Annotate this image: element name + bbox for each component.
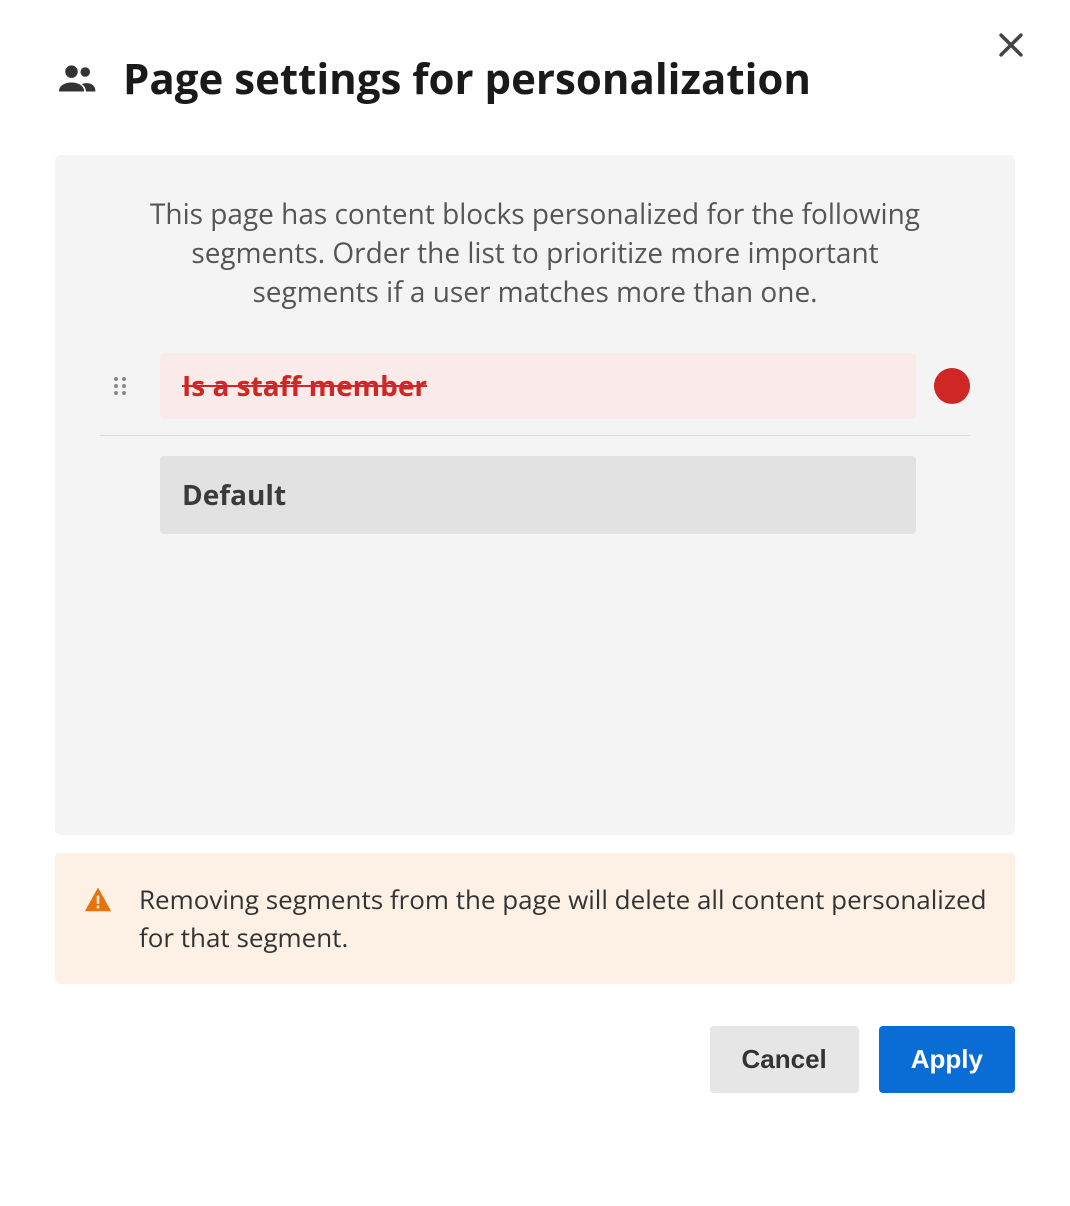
segment-row: Is a staff member [100, 353, 970, 436]
segments-panel: This page has content blocks personalize… [55, 155, 1015, 835]
remove-segment-button[interactable] [934, 368, 970, 404]
dialog-title: Page settings for personalization [123, 50, 811, 107]
dialog-header: Page settings for personalization [55, 50, 1015, 107]
drag-icon [108, 374, 132, 398]
dialog-footer: Cancel Apply [55, 1026, 1015, 1093]
people-icon [55, 57, 99, 101]
default-row: Default [100, 436, 970, 534]
warning-alert: Removing segments from the page will del… [55, 853, 1015, 984]
segment-label-removed: Is a staff member [160, 353, 916, 419]
warning-text: Removing segments from the page will del… [139, 881, 987, 956]
warning-icon [83, 885, 113, 915]
close-button[interactable] [994, 28, 1028, 62]
personalization-settings-dialog: Page settings for personalization This p… [0, 0, 1070, 1206]
close-icon [994, 28, 1028, 62]
default-segment-label: Default [160, 456, 916, 534]
apply-button[interactable]: Apply [879, 1026, 1015, 1093]
cancel-button[interactable]: Cancel [710, 1026, 859, 1093]
panel-intro-text: This page has content blocks personalize… [135, 195, 935, 313]
drag-handle[interactable] [108, 374, 132, 398]
